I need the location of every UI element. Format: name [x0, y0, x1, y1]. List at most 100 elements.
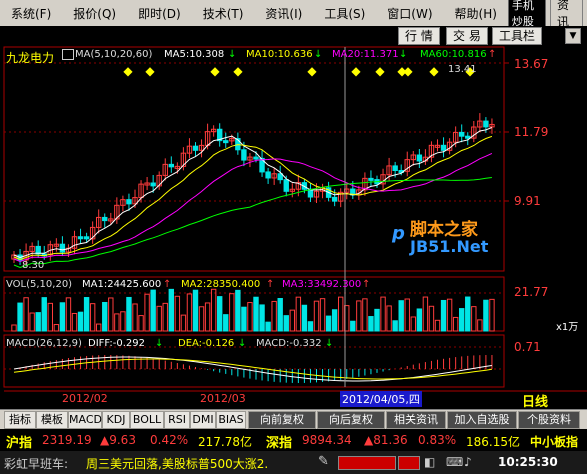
volume-ma2: MA2:28350.400 — [181, 279, 261, 290]
arrow-down-icon: ↓ — [325, 338, 334, 349]
volume-bar — [150, 289, 156, 332]
tab-dmi[interactable]: DMI — [190, 411, 216, 429]
menu-tools[interactable]: 工具(S) — [313, 5, 376, 22]
menu-help[interactable]: 帮助(H) — [444, 5, 508, 22]
volume-bar — [440, 299, 447, 332]
index-ticker-bar[interactable]: 沪指 2319.19 ▲9.63 0.42% 217.78亿 深指 9894.3… — [0, 429, 587, 451]
quote-button[interactable]: 行 情 — [398, 27, 440, 45]
tab-template[interactable]: 模板 — [36, 411, 68, 429]
menu-system[interactable]: 系统(F) — [0, 5, 62, 22]
volume-bar — [404, 298, 410, 332]
volume-bar — [168, 288, 175, 332]
chart-type-icon[interactable] — [62, 49, 74, 60]
volume-bar — [428, 305, 435, 332]
tab-indicator[interactable]: 指标 — [4, 411, 36, 429]
tab-kdj[interactable]: KDJ — [102, 411, 130, 429]
sz-index-name: 深指 — [266, 436, 293, 451]
volume-bar — [265, 321, 271, 332]
candle-body — [331, 196, 338, 202]
tab-rsi[interactable]: RSI — [164, 411, 190, 429]
tab-bias[interactable]: BIAS — [216, 411, 246, 429]
sound-icon[interactable]: ♪ — [464, 455, 472, 469]
candle-body — [459, 131, 465, 137]
keyboard-icon[interactable]: ⌨ — [446, 455, 463, 469]
ma60-value: MA60:10.816 — [420, 49, 487, 60]
kline-chart[interactable]: ◆ ◆ ◆ ◆ ◆ ◆ ◆ ◆ ◆ ◆ ◆ 九龙电力 MA(5,10,20,60) MA5:10.3… — [0, 45, 587, 410]
menu-realtime[interactable]: 即时(D) — [127, 5, 192, 22]
menu-info[interactable]: 资讯(I) — [254, 5, 313, 22]
volume-unit: x1万 — [556, 318, 579, 333]
ma-params: MA(5,10,20,60) — [75, 49, 153, 60]
volume-bar — [138, 315, 144, 332]
news-ticker[interactable]: 周三美元回落,美股标普500大涨2. — [86, 455, 268, 472]
chevron-down-icon[interactable]: ▼ — [565, 28, 581, 44]
low-price-label: 8.30 — [22, 260, 45, 271]
macd-axis-label: 0.71 — [514, 340, 541, 354]
volume-bar — [410, 316, 417, 332]
volume-bar — [434, 319, 441, 332]
candle-body — [416, 154, 423, 162]
volume-bar — [17, 302, 23, 332]
period-label[interactable]: 日线 — [522, 391, 548, 410]
menu-window[interactable]: 窗口(W) — [376, 5, 443, 22]
candle-body — [392, 165, 398, 171]
volume-bar — [77, 311, 84, 332]
tab-forward-adjust[interactable]: 向前复权 — [248, 411, 316, 429]
sh-index-name: 沪指 — [6, 436, 33, 451]
volume-bar — [223, 314, 229, 332]
volume-bar — [362, 298, 368, 332]
pin-icon[interactable]: ✎ — [318, 454, 329, 469]
volume-params: VOL(5,10,20) — [6, 279, 73, 290]
tab-macd[interactable]: MACD — [68, 411, 102, 429]
volume-bar — [489, 298, 495, 332]
volume-bar — [235, 289, 241, 332]
volume-bar — [465, 296, 471, 332]
volume-bar — [271, 300, 277, 332]
tab-add-watchlist[interactable]: 加入自选股 — [447, 411, 517, 429]
volume-bar — [180, 314, 187, 332]
macd-dea: DEA:-0.126 — [178, 338, 235, 349]
volume-bar — [374, 308, 380, 332]
signal-marker-icon: ◆ — [123, 64, 133, 78]
volume-bar — [452, 316, 459, 332]
volume-bar — [47, 302, 53, 332]
signal-marker-icon: ◆ — [351, 64, 361, 78]
volume-bar — [277, 298, 283, 332]
volume-bar — [89, 303, 96, 332]
trade-button[interactable]: 交 易 — [446, 27, 488, 45]
signal-marker-icon: ◆ — [210, 64, 220, 78]
volume-bar — [96, 323, 102, 332]
menu-quote[interactable]: 报价(Q) — [62, 5, 127, 22]
clock-time: 10:25:30 — [498, 455, 558, 469]
tab-related-news[interactable]: 相关资讯 — [386, 411, 446, 429]
volume-bar — [23, 297, 29, 332]
volume-bar — [319, 298, 326, 332]
candle-body — [223, 140, 229, 144]
volume-bar — [313, 300, 320, 332]
price-axis-label: 11.79 — [514, 125, 549, 139]
volume-bar — [253, 296, 259, 332]
tab-stock-profile[interactable]: 个股资料 — [518, 411, 580, 429]
stock-name[interactable]: 九龙电力 — [6, 49, 54, 66]
tab-backward-adjust[interactable]: 向后复权 — [317, 411, 385, 429]
candle-body — [150, 182, 156, 187]
sz-index-value: 9894.34 — [302, 433, 352, 447]
volume-bar — [477, 319, 483, 332]
sz-index-pct: 0.83% — [418, 433, 457, 447]
menu-technical[interactable]: 技术(T) — [192, 5, 255, 22]
signal-bar-icon — [398, 456, 420, 470]
signal-marker-icon: ◆ — [429, 64, 439, 78]
volume-bar — [459, 308, 465, 332]
candle-body — [368, 177, 374, 181]
volume-bar — [301, 304, 308, 332]
toolbar-toggle-button[interactable]: 工具栏 — [492, 27, 543, 45]
toolbar: 行 情 交 易 工具栏 ▼ — [0, 26, 587, 45]
sz-index-amount: 186.15亿 — [466, 435, 520, 449]
sh-index-amount: 217.78亿 — [198, 435, 252, 449]
candle-body — [265, 171, 271, 179]
tab-boll[interactable]: BOLL — [130, 411, 164, 429]
volume-bar — [174, 295, 181, 332]
candle-body — [241, 149, 247, 161]
arrow-down-icon: ↓ — [228, 49, 237, 60]
ma20-value: MA20:11.371 — [332, 49, 399, 60]
